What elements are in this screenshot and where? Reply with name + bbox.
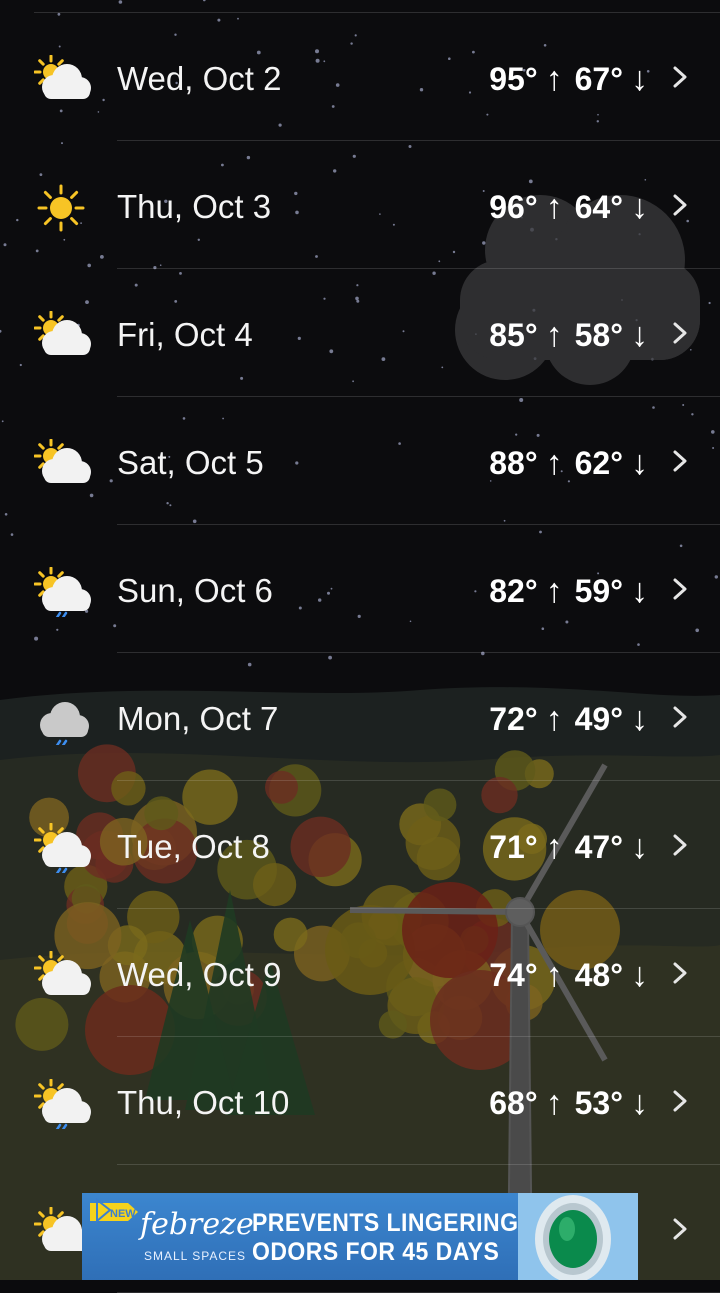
sun-icon [34, 183, 92, 233]
partly-sunny-icon [34, 55, 92, 105]
low-temp: 49° [574, 701, 623, 737]
forecast-temps: 68° ↑ 53° ↓ [489, 1083, 648, 1123]
arrow-down-icon: ↓ [631, 828, 648, 866]
low-temp: 59° [574, 573, 623, 609]
arrow-up-icon: ↑ [545, 700, 563, 738]
forecast-date: Mon, Oct 7 [117, 700, 279, 737]
arrow-up-icon: ↑ [545, 956, 563, 994]
low-temp: 48° [574, 957, 623, 993]
chevron-right-icon[interactable] [670, 57, 690, 97]
high-temp: 71° [489, 829, 538, 865]
forecast-date: Wed, Oct 2 [117, 60, 282, 97]
high-temp: 72° [489, 701, 538, 737]
chevron-right-icon[interactable] [670, 1209, 690, 1249]
low-temp: 47° [574, 829, 623, 865]
forecast-row[interactable]: Wed, Oct 2 95° ↑ 67° ↓ [0, 13, 720, 141]
partly-sunny-icon [34, 951, 92, 1001]
daily-forecast-list[interactable]: Wed, Oct 2 95° ↑ 67° ↓ Thu, Oct 3 96° ↑ 64° ↓ Fri,… [0, 0, 720, 1293]
high-temp: 88° [489, 445, 538, 481]
forecast-date: Tue, Oct 8 [117, 828, 270, 865]
arrow-up-icon: ↑ [545, 188, 563, 226]
arrow-up-icon: ↑ [545, 828, 563, 866]
forecast-date: Sat, Oct 5 [117, 444, 264, 481]
ad-headline-1: PREVENTS LINGERING [252, 1209, 519, 1237]
forecast-temps: 72° ↑ 49° ↓ [489, 699, 648, 739]
forecast-temps: 88° ↑ 62° ↓ [489, 443, 648, 483]
arrow-down-icon: ↓ [631, 956, 648, 994]
forecast-date: Thu, Oct 3 [117, 188, 272, 225]
forecast-row[interactable]: Mon, Oct 7 72° ↑ 49° ↓ [0, 653, 720, 781]
arrow-down-icon: ↓ [631, 572, 648, 610]
chevron-right-icon[interactable] [670, 313, 690, 353]
partly-sunny-icon [34, 439, 92, 489]
forecast-date: Sun, Oct 6 [117, 572, 273, 609]
low-temp: 53° [574, 1085, 623, 1121]
chevron-right-icon[interactable] [670, 697, 690, 737]
forecast-row[interactable]: Sun, Oct 6 82° ↑ 59° ↓ [0, 525, 720, 653]
forecast-date: Wed, Oct 9 [117, 956, 282, 993]
forecast-row[interactable]: Thu, Oct 10 68° ↑ 53° ↓ [0, 1037, 720, 1165]
arrow-up-icon: ↑ [545, 316, 563, 354]
forecast-row[interactable]: Sat, Oct 5 88° ↑ 62° ↓ [0, 397, 720, 525]
arrow-up-icon: ↑ [545, 1084, 563, 1122]
ad-brand-logo: febreze [140, 1207, 254, 1242]
ad-banner[interactable]: NEW febreze SMALL SPACES PREVENTS LINGER… [82, 1193, 638, 1280]
partly-sunny-rain-icon [34, 1079, 92, 1129]
arrow-down-icon: ↓ [631, 188, 648, 226]
chevron-right-icon[interactable] [670, 185, 690, 225]
forecast-temps: 95° ↑ 67° ↓ [489, 59, 648, 99]
cloud-rain-icon [34, 695, 92, 745]
partly-sunny-rain-icon [34, 823, 92, 873]
forecast-row[interactable]: Thu, Oct 3 96° ↑ 64° ↓ [0, 141, 720, 269]
chevron-right-icon[interactable] [670, 569, 690, 609]
arrow-down-icon: ↓ [631, 316, 648, 354]
forecast-temps: 96° ↑ 64° ↓ [489, 187, 648, 227]
high-temp: 74° [489, 957, 538, 993]
low-temp: 62° [574, 445, 623, 481]
low-temp: 58° [574, 317, 623, 353]
chevron-right-icon[interactable] [670, 825, 690, 865]
ad-headline-2: ODORS FOR 45 DAYS [252, 1238, 500, 1266]
high-temp: 95° [489, 61, 538, 97]
arrow-up-icon: ↑ [545, 60, 563, 98]
arrow-down-icon: ↓ [631, 700, 648, 738]
high-temp: 96° [489, 189, 538, 225]
arrow-up-icon: ↑ [545, 444, 563, 482]
high-temp: 68° [489, 1085, 538, 1121]
forecast-temps: 71° ↑ 47° ↓ [489, 827, 648, 867]
forecast-date: Thu, Oct 10 [117, 1084, 290, 1121]
chevron-right-icon[interactable] [670, 953, 690, 993]
arrow-up-icon: ↑ [545, 572, 563, 610]
chevron-right-icon[interactable] [670, 441, 690, 481]
forecast-temps: 74° ↑ 48° ↓ [489, 955, 648, 995]
high-temp: 85° [489, 317, 538, 353]
ad-product-image [518, 1193, 638, 1280]
low-temp: 64° [574, 189, 623, 225]
forecast-temps: 85° ↑ 58° ↓ [489, 315, 648, 355]
arrow-down-icon: ↓ [631, 60, 648, 98]
arrow-down-icon: ↓ [631, 1084, 648, 1122]
ad-brand-sub: SMALL SPACES [144, 1249, 247, 1263]
high-temp: 82° [489, 573, 538, 609]
partly-sunny-icon [34, 311, 92, 361]
forecast-temps: 82° ↑ 59° ↓ [489, 571, 648, 611]
forecast-row[interactable]: Wed, Oct 9 74° ↑ 48° ↓ [0, 909, 720, 1037]
low-temp: 67° [574, 61, 623, 97]
partly-sunny-rain-icon [34, 567, 92, 617]
chevron-right-icon[interactable] [670, 1081, 690, 1121]
ad-badge-text: NEW [110, 1208, 136, 1220]
arrow-down-icon: ↓ [631, 444, 648, 482]
forecast-row[interactable]: Fri, Oct 4 85° ↑ 58° ↓ [0, 269, 720, 397]
forecast-date: Fri, Oct 4 [117, 316, 253, 353]
forecast-row[interactable]: Tue, Oct 8 71° ↑ 47° ↓ [0, 781, 720, 909]
play-badge-icon: NEW [90, 1197, 138, 1224]
